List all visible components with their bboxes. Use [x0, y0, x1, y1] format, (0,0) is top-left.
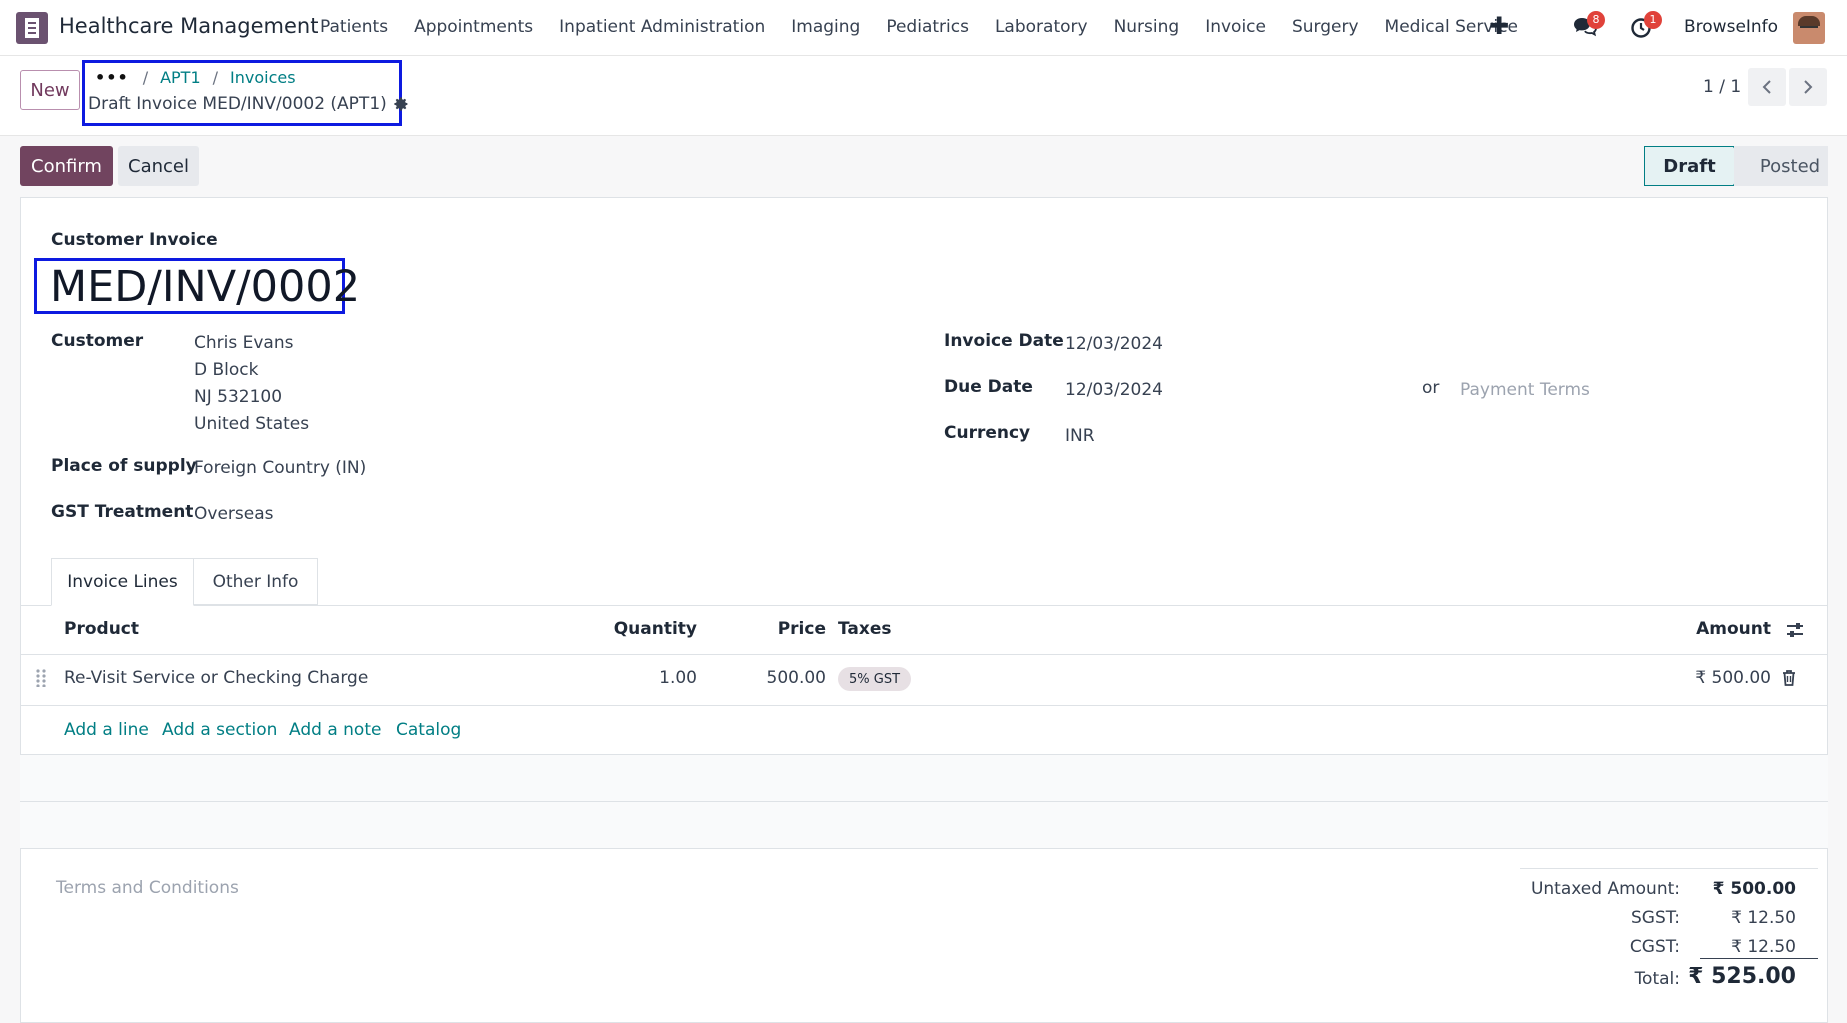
tab-divider — [20, 605, 1828, 606]
total-separator — [1700, 958, 1818, 959]
cgst-label: CGST: — [1629, 937, 1680, 957]
currency-label: Currency — [944, 423, 1031, 443]
line-amount: ₹ 500.00 — [1695, 668, 1771, 688]
menu-invoice[interactable]: Invoice — [1205, 17, 1266, 37]
customer-label: Customer — [51, 331, 144, 351]
menu-pediatrics[interactable]: Pediatrics — [886, 17, 969, 37]
header-divider — [20, 654, 1828, 655]
place-of-supply-value[interactable]: Foreign Country (IN) — [194, 458, 366, 478]
invoice-date-label: Invoice Date — [944, 331, 1064, 351]
user-menu[interactable]: BrowseInfo — [1684, 17, 1778, 37]
optional-columns-icon[interactable] — [1786, 622, 1804, 638]
menu-appointments[interactable]: Appointments — [414, 17, 533, 37]
record-title: Draft Invoice MED/INV/0002 (APT1) — [88, 94, 409, 114]
tab-invoice-lines[interactable]: Invoice Lines — [51, 558, 194, 606]
menu-imaging[interactable]: Imaging — [791, 17, 860, 37]
activities-badge: 1 — [1644, 11, 1662, 29]
confirm-button[interactable]: Confirm — [20, 146, 113, 186]
new-button[interactable]: New — [20, 70, 80, 110]
trash-icon[interactable] — [1782, 670, 1796, 686]
status-draft[interactable]: Draft — [1644, 146, 1734, 186]
column-quantity[interactable]: Quantity — [614, 619, 697, 639]
gst-treatment-label: GST Treatment — [51, 502, 194, 522]
activity-clock-icon[interactable]: 1 — [1630, 11, 1662, 40]
place-of-supply-label: Place of supply — [51, 456, 197, 476]
column-price[interactable]: Price — [778, 619, 826, 639]
line-product[interactable]: Re-Visit Service or Checking Charge — [64, 668, 368, 688]
menu-patients[interactable]: Patients — [320, 17, 388, 37]
due-date-field[interactable]: 12/03/2024 — [1065, 380, 1163, 400]
breadcrumb-invoices[interactable]: Invoices — [230, 68, 296, 87]
chevron-right-icon — [1804, 80, 1813, 94]
total-value: ₹ 525.00 — [1688, 964, 1796, 989]
totals-divider — [1520, 868, 1818, 869]
gst-treatment-value[interactable]: Overseas — [194, 504, 273, 524]
breadcrumb-apt1[interactable]: APT1 — [160, 68, 201, 87]
add-section-link[interactable]: Add a section — [162, 720, 277, 740]
main-menu: Patients Appointments Inpatient Administ… — [320, 17, 1544, 37]
messages-badge: 8 — [1587, 11, 1605, 29]
sgst-label: SGST: — [1631, 908, 1680, 928]
sgst-value: ₹ 12.50 — [1731, 908, 1796, 928]
pager-next-button[interactable] — [1789, 68, 1827, 106]
plus-icon[interactable]: ✚ — [1489, 12, 1509, 40]
customer-country: United States — [194, 414, 310, 434]
cgst-value: ₹ 12.50 — [1731, 937, 1796, 957]
currency-field[interactable]: INR — [1065, 426, 1095, 446]
breadcrumb-separator: / — [212, 68, 219, 87]
add-line-link[interactable]: Add a line — [64, 720, 149, 740]
or-label: or — [1422, 378, 1440, 398]
empty-row — [20, 802, 1828, 848]
customer-address-line: NJ 532100 — [194, 387, 283, 407]
messages-icon[interactable]: 8 — [1573, 11, 1605, 38]
menu-surgery[interactable]: Surgery — [1292, 17, 1359, 37]
status-posted[interactable]: Posted — [1734, 146, 1828, 186]
column-product[interactable]: Product — [64, 619, 139, 639]
catalog-link[interactable]: Catalog — [396, 720, 461, 740]
pager-previous-button[interactable] — [1748, 68, 1786, 106]
menu-laboratory[interactable]: Laboratory — [995, 17, 1088, 37]
customer-name[interactable]: Chris Evans — [194, 333, 293, 353]
drag-handle-icon[interactable] — [36, 669, 46, 687]
column-taxes[interactable]: Taxes — [838, 619, 892, 639]
gear-icon[interactable] — [393, 96, 409, 112]
menu-nursing[interactable]: Nursing — [1114, 17, 1180, 37]
line-price[interactable]: 500.00 — [767, 668, 826, 688]
line-quantity[interactable]: 1.00 — [659, 668, 697, 688]
invoice-date-field[interactable]: 12/03/2024 — [1065, 334, 1163, 354]
top-navbar: Healthcare Management Patients Appointme… — [0, 0, 1847, 56]
pager-value[interactable]: 1 / 1 — [1703, 77, 1741, 97]
hospital-app-icon[interactable] — [16, 12, 48, 44]
customer-address-line: D Block — [194, 360, 259, 380]
row-divider — [20, 705, 1828, 706]
untaxed-amount-value: ₹ 500.00 — [1712, 879, 1796, 899]
empty-row — [20, 755, 1828, 801]
app-title[interactable]: Healthcare Management — [59, 14, 318, 38]
due-date-label: Due Date — [944, 377, 1033, 397]
breadcrumb-more-icon[interactable]: ••• — [95, 68, 129, 87]
chevron-left-icon — [1762, 80, 1771, 94]
terms-and-conditions-field[interactable]: Terms and Conditions — [56, 878, 239, 898]
breadcrumb: ••• / APT1 / Invoices — [95, 68, 308, 87]
cancel-button[interactable]: Cancel — [118, 146, 199, 186]
record-title-text: Draft Invoice MED/INV/0002 (APT1) — [88, 94, 387, 114]
user-avatar[interactable] — [1793, 12, 1825, 44]
payment-terms-field[interactable]: Payment Terms — [1460, 380, 1590, 400]
row-divider — [20, 848, 1828, 849]
tax-tag[interactable]: 5% GST — [838, 667, 912, 691]
untaxed-amount-label: Untaxed Amount: — [1530, 879, 1680, 899]
tab-other-info[interactable]: Other Info — [194, 558, 318, 605]
breadcrumb-separator: / — [142, 68, 149, 87]
invoice-type-label: Customer Invoice — [51, 230, 218, 250]
column-amount[interactable]: Amount — [1696, 619, 1771, 639]
invoice-number[interactable]: MED/INV/0002 — [50, 262, 360, 312]
invoice-sheet — [20, 197, 1828, 1023]
add-note-link[interactable]: Add a note — [289, 720, 381, 740]
total-label: Total: — [1634, 969, 1680, 989]
menu-inpatient-administration[interactable]: Inpatient Administration — [559, 17, 765, 37]
